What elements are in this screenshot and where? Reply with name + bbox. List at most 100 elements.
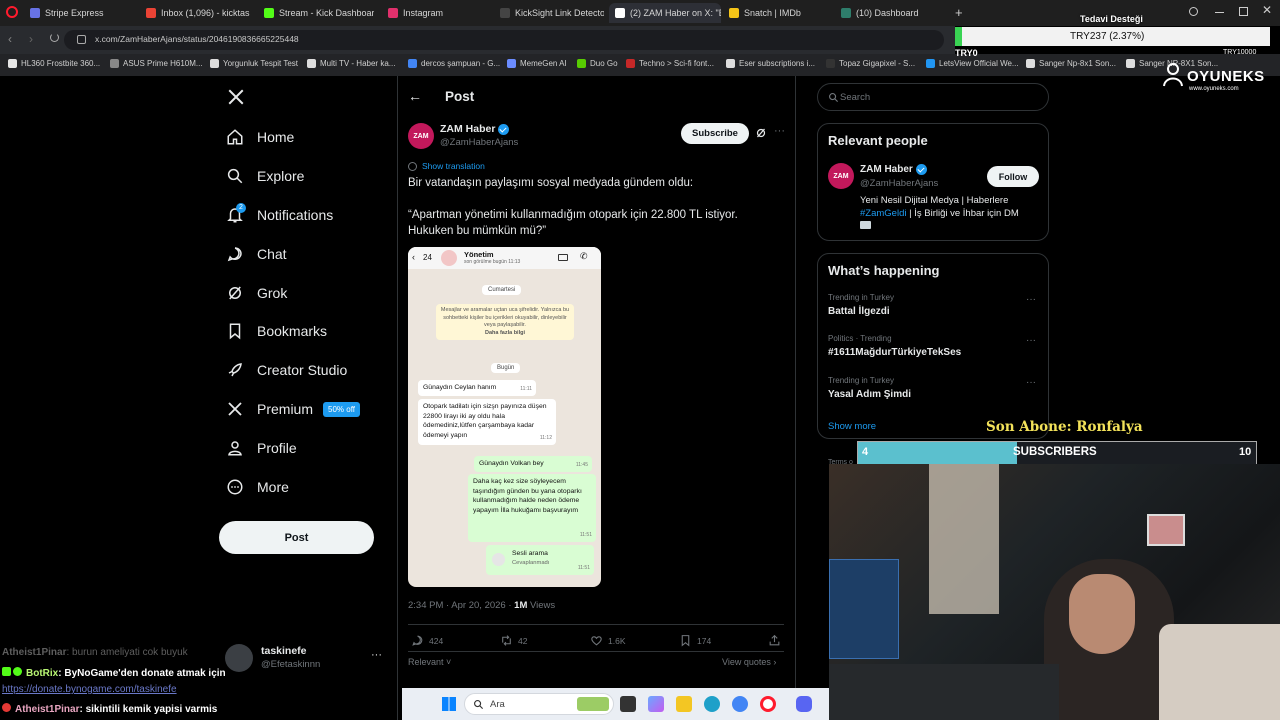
nav-bookmarks[interactable]: Bookmarks [226,319,327,343]
post-timestamp[interactable]: 2:34 PM · Apr 20, 2026 · [408,600,514,611]
account-more-icon[interactable]: ··· [371,649,382,661]
stream-chat-line: Atheist1Pinar: burun ameliyati cok buyuk [2,647,188,658]
show-translation-link[interactable]: Show translation [408,161,485,171]
heart-icon [591,636,602,646]
bookmark-item[interactable]: Yorgunluk Tespit Test [210,59,298,68]
hashtag-link[interactable]: #ZamGeldi [860,208,906,219]
nav-premium[interactable]: Premium 50% off [226,397,360,421]
stream-chat-line: Atheist1Pinar: sikintili kemik yapisi va… [2,703,217,715]
follow-button[interactable]: Follow [987,166,1039,187]
bookmark-item[interactable]: Topaz Gigapixel - S... [826,59,915,68]
nav-creator-studio[interactable]: Creator Studio [226,358,347,382]
trend-more-icon[interactable]: ··· [1026,377,1036,388]
forward-icon[interactable]: › [29,32,33,46]
notification-count-badge: 2 [236,203,246,213]
webcam-feed [829,464,1280,720]
trend-meta: Politics · Trending [828,334,892,343]
search-placeholder: Search [840,92,871,103]
chrome-icon[interactable] [732,696,748,712]
file-explorer-icon[interactable] [676,696,692,712]
nav-explore[interactable]: Explore [226,164,304,188]
windows-start-icon[interactable] [442,697,456,711]
stream-chat-link[interactable]: https://donate.bynogame.com/taskinefe [2,684,177,695]
tab-stripe[interactable]: Stripe Express [30,3,140,23]
tab-x-post[interactable]: (2) ZAM Haber on X: "Bir [609,3,721,23]
repost-icon [502,635,511,646]
trend-title[interactable]: #1611MağdurTürkiyeTekSes [828,347,961,358]
url-field[interactable]: x.com/ZamHaberAjans/status/2046190836665… [95,34,299,44]
back-icon[interactable]: ‹ [8,32,12,46]
copilot-icon[interactable] [648,696,664,712]
reply-icon [412,635,423,646]
account-name: taskinefe [261,645,307,657]
x-logo-icon[interactable] [227,88,245,106]
reload-icon[interactable] [50,33,59,42]
subscribe-button[interactable]: Subscribe [681,123,749,144]
author-name-row[interactable]: ZAM Haber [440,123,510,135]
bookmark-item[interactable]: MemeGen AI [507,59,567,68]
view-quotes-link[interactable]: View quotes › [722,657,776,667]
bookmark-icon [110,59,119,68]
relevant-person-avatar[interactable]: ZAM [828,163,854,189]
trend-more-icon[interactable]: ··· [1026,335,1036,346]
tab-kicksight[interactable]: KickSight Link Detector [500,3,604,23]
x-premium-icon [228,402,242,416]
taskbar-search-box[interactable]: Ara [464,693,614,715]
bookmark-icon [507,59,516,68]
task-view-icon[interactable] [620,696,636,712]
reply-sort-dropdown[interactable]: Relevant ˅ [408,657,451,667]
like-button[interactable]: 1.6K [590,634,626,647]
compose-post-button[interactable]: Post [219,521,374,554]
share-button[interactable] [768,634,786,647]
search-icon [474,700,484,710]
relevant-people-title: Relevant people [828,133,928,148]
bookmark-item[interactable]: Techno > Sci-fi font... [626,59,714,68]
tab-dashboard[interactable]: (10) Dashboard [841,3,941,23]
oyuneks-logo-icon [1163,63,1183,87]
discord-icon[interactable] [796,696,812,712]
bookmark-item[interactable]: Duo Go [577,59,618,68]
nav-chat[interactable]: Chat [226,242,287,266]
edge-icon[interactable] [704,696,720,712]
tab-gmail[interactable]: Inbox (1,096) - kicktaskine [146,3,250,23]
opera-logo-icon[interactable] [6,6,18,18]
tab-imdb[interactable]: Snatch | IMDb [729,3,829,23]
tab-kick[interactable]: Stream - Kick Dashboard [264,3,374,23]
encryption-notice: Mesajlar ve aramalar uçtan uca şifrelidi… [436,304,574,340]
account-avatar[interactable] [225,644,253,672]
tab-instagram[interactable]: Instagram [388,3,488,23]
pc-case [829,559,899,659]
bookmark-item[interactable]: dercos şampuan - G... [408,59,500,68]
relevant-person-handle: @ZamHaberAjans [860,178,939,189]
trend-title[interactable]: Battal İlgezdi [828,306,890,317]
trend-more-icon[interactable]: ··· [1026,294,1036,305]
home-icon [227,129,243,145]
bookmark-item[interactable]: HL360 Frostbite 360... [8,59,100,68]
imdb-icon [729,8,739,18]
site-info-icon[interactable] [77,35,86,44]
bookmark-icon [577,59,586,68]
trend-title[interactable]: Yasal Adım Şimdi [828,389,911,400]
nav-more[interactable]: More [226,475,289,499]
post-image[interactable]: ‹ 24 Yönetim son görülme bugün 11:13 ✆ C… [408,247,601,587]
bookmark-button[interactable]: 174 [679,634,711,647]
opera-icon[interactable] [760,696,776,712]
couch [1159,624,1280,720]
bookmark-item[interactable]: Multi TV - Haber ka... [307,59,395,68]
reply-button[interactable]: 424 [411,634,443,647]
search-box[interactable]: Search [817,83,1049,111]
grok-explain-icon[interactable] [755,127,767,139]
author-avatar[interactable]: ZAM [408,123,434,149]
post-more-icon[interactable]: ··· [774,125,785,137]
nav-home[interactable]: Home [226,125,294,149]
person-icon [228,441,242,456]
bookmark-item[interactable]: Eser subscriptions i... [726,59,815,68]
show-more-link[interactable]: Show more [828,421,876,432]
donation-amount: TRY237 (2.37%) [1070,31,1145,42]
repost-button[interactable]: 42 [500,634,527,647]
nav-profile[interactable]: Profile [226,436,297,460]
relevant-person-name-row[interactable]: ZAM Haber [860,164,927,175]
nav-grok[interactable]: Grok [226,281,287,305]
bookmark-item[interactable]: ASUS Prime H610M... [110,59,203,68]
back-arrow-icon[interactable]: ← [408,88,422,104]
